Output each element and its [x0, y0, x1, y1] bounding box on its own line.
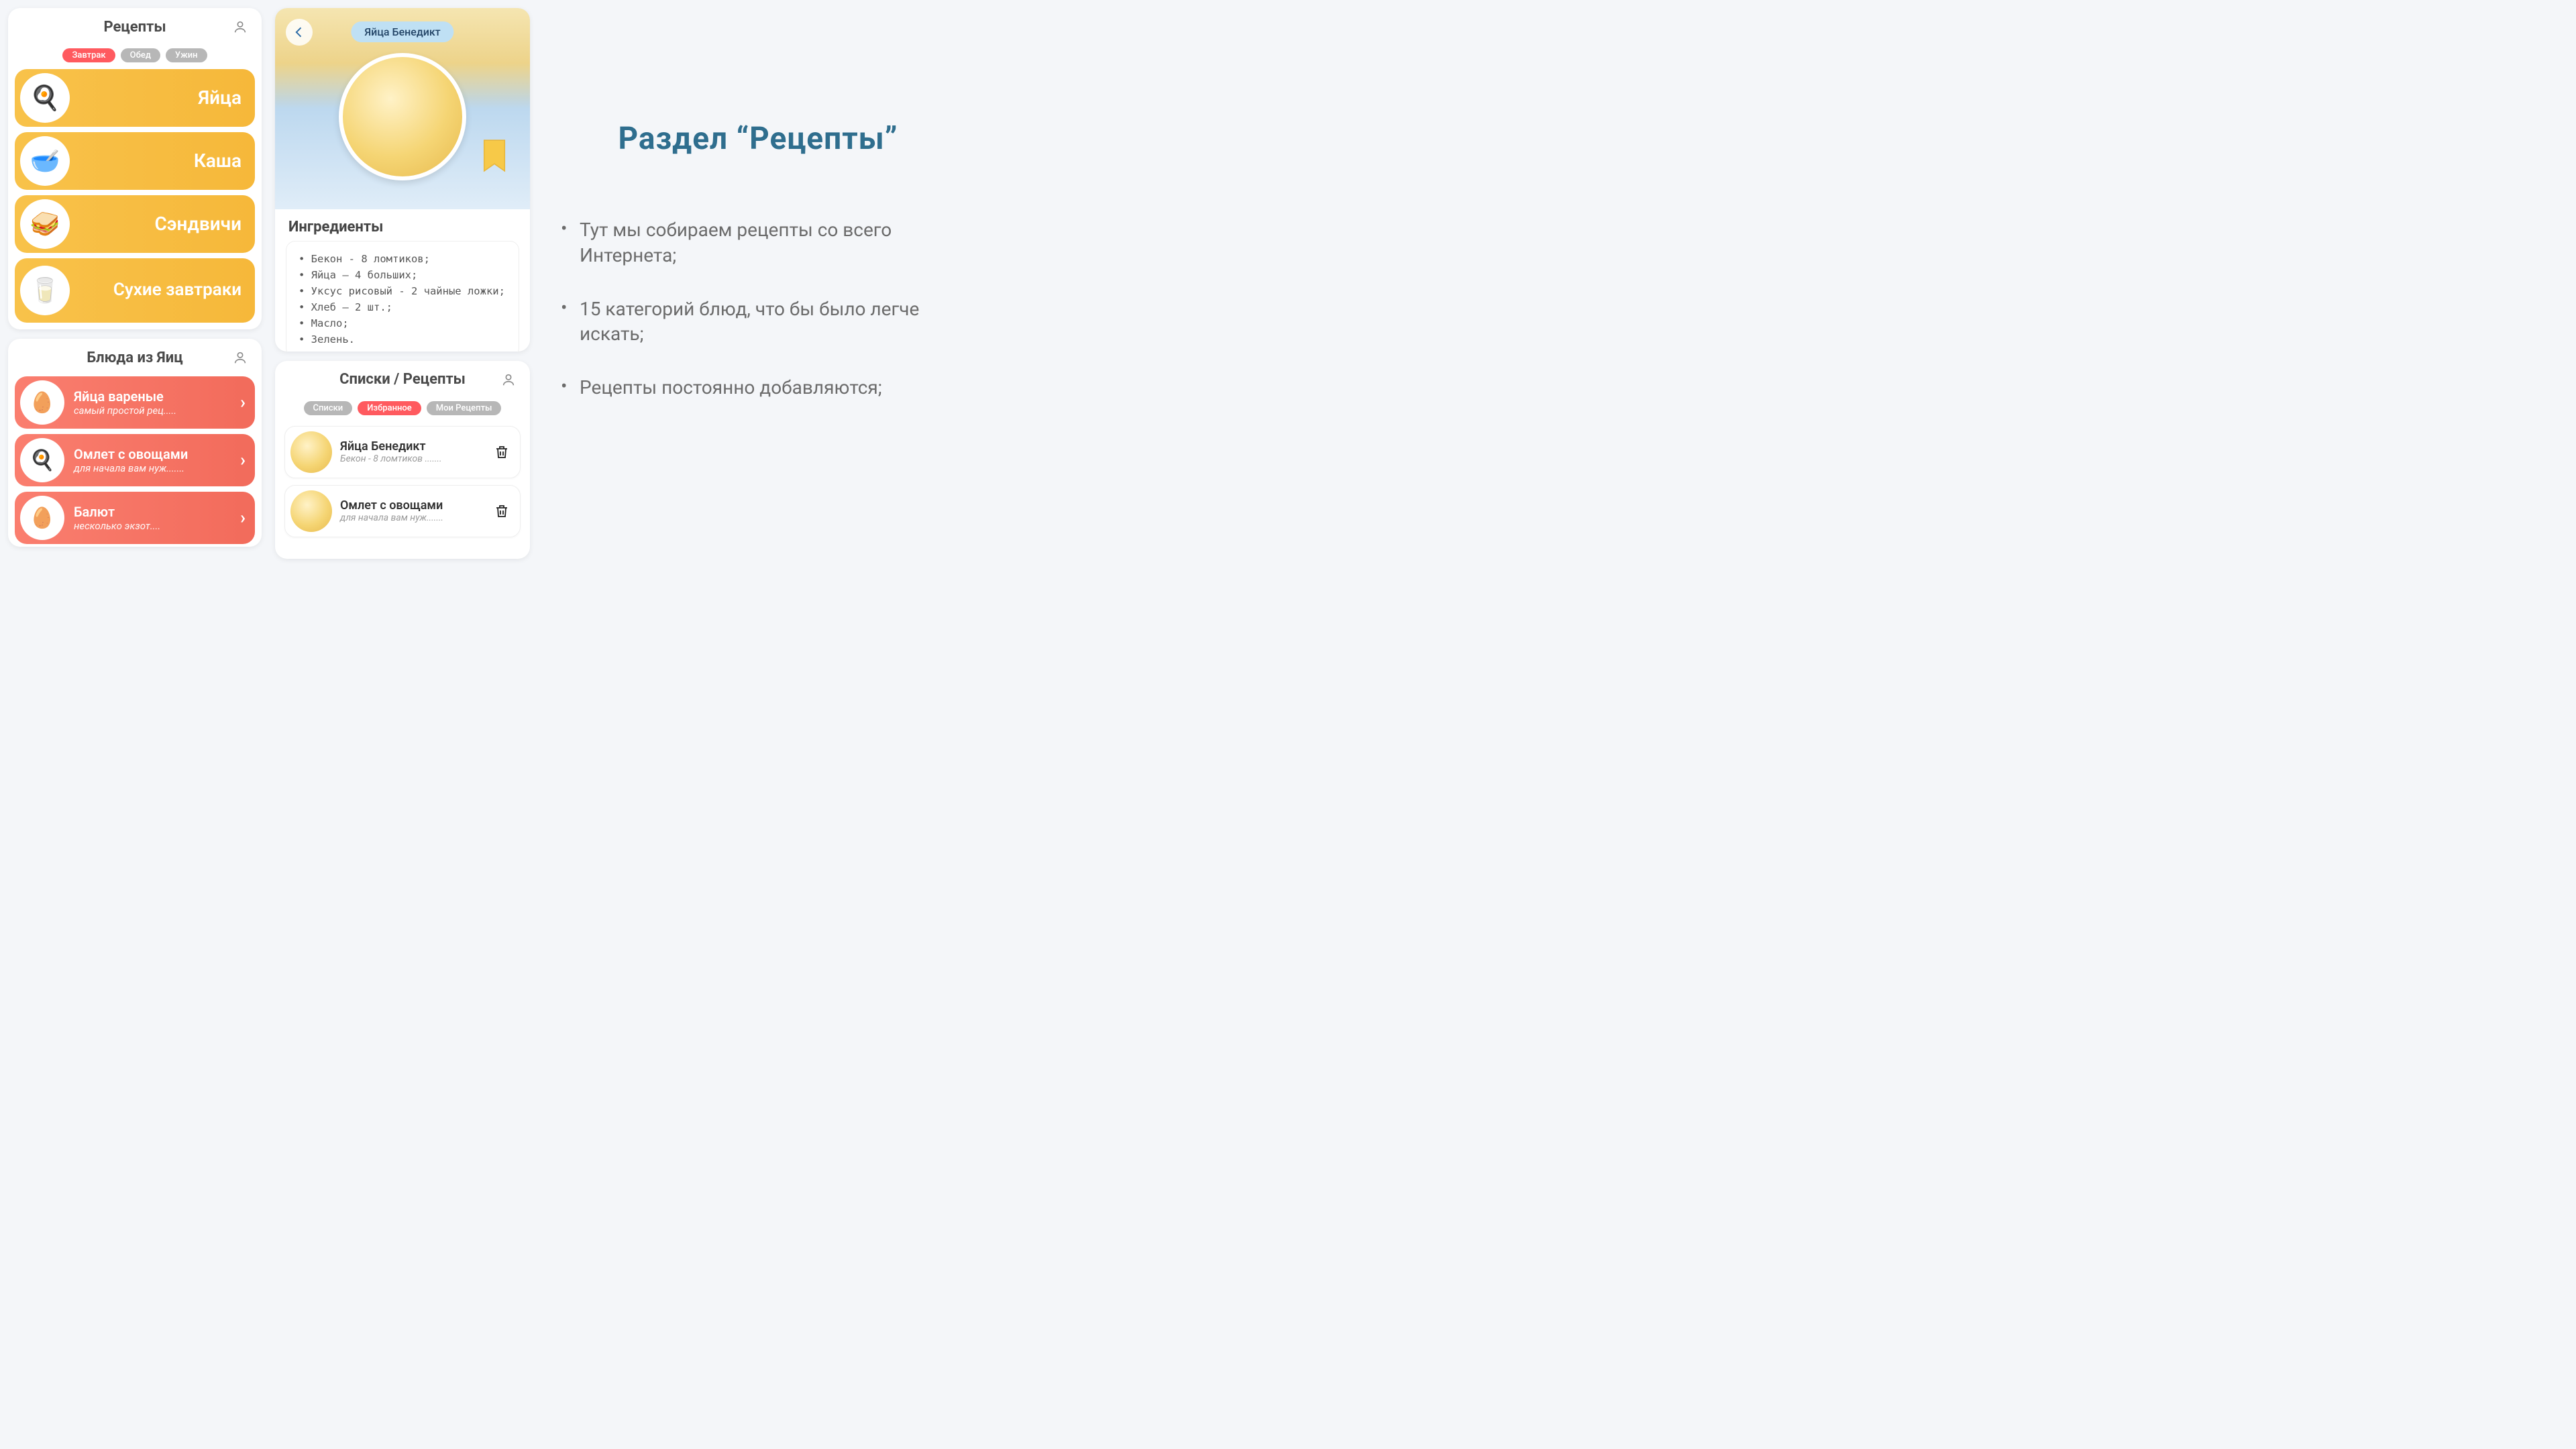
- recipes-header: Рецепты: [8, 8, 262, 46]
- category-cereals[interactable]: 🥛 Сухие завтраки: [15, 258, 255, 323]
- recipes-screen: Рецепты Завтрак Обед Ужин 🍳 Яйца 🥣 Каша …: [8, 8, 262, 329]
- recipe-hero-image: [339, 53, 466, 180]
- ingredient-line: • Масло;: [299, 315, 506, 331]
- ingredient-line: • Хлеб — 2 шт.;: [299, 299, 506, 315]
- egg-dishes-title: Блюда из Яиц: [87, 350, 182, 366]
- tab-lists[interactable]: Списки: [304, 401, 353, 415]
- favorite-row[interactable]: Омлет с овощами для начала вам нуж......…: [284, 485, 521, 537]
- ingredient-line: • Бекон - 8 ломтиков;: [299, 251, 506, 267]
- filter-lunch[interactable]: Обед: [121, 48, 160, 62]
- dish-thumb: 🥚: [20, 380, 64, 425]
- dish-text: Балют несколько экзот....: [64, 504, 240, 532]
- dish-title: Яйца вареные: [74, 388, 240, 405]
- recipe-detail-screen: Яйца Бенедикт Ингредиенты • Бекон - 8 ло…: [275, 8, 530, 352]
- category-porridge[interactable]: 🥣 Каша: [15, 132, 255, 190]
- filter-dinner[interactable]: Ужин: [166, 48, 207, 62]
- info-bullet: Рецепты постоянно добавляются;: [557, 375, 959, 400]
- dish-thumb: 🍳: [20, 438, 64, 482]
- meal-filter-row: Завтрак Обед Ужин: [8, 48, 262, 62]
- category-sandwiches[interactable]: 🥪 Сэндвичи: [15, 195, 255, 253]
- lists-tab-row: Списки Избранное Мои Рецепты: [275, 401, 530, 415]
- delete-button[interactable]: [492, 442, 512, 462]
- tab-my-recipes[interactable]: Мои Рецепты: [427, 401, 502, 415]
- info-bullet: Тут мы собираем рецепты со всего Интерне…: [557, 217, 959, 268]
- favorite-subtitle: для начала вам нуж.......: [340, 513, 492, 523]
- section-title: Раздел “Рецепты”: [557, 121, 959, 157]
- recipe-title-pill: Яйца Бенедикт: [351, 21, 453, 42]
- ingredients-box: • Бекон - 8 ломтиков; • Яйца — 4 больших…: [286, 241, 519, 352]
- dish-title: Омлет с овощами: [74, 446, 240, 462]
- dish-boiled-eggs[interactable]: 🥚 Яйца вареные самый простой рец..... ›: [15, 376, 255, 429]
- dish-text: Яйца вареные самый простой рец.....: [64, 388, 240, 417]
- favorite-subtitle: Бекон - 8 ломтиков .......: [340, 453, 492, 464]
- egg-dishes-screen: Блюда из Яиц 🥚 Яйца вареные самый просто…: [8, 339, 262, 547]
- favorite-title: Яйца Бенедикт: [340, 439, 492, 453]
- favorite-title: Омлет с овощами: [340, 498, 492, 513]
- profile-icon[interactable]: [231, 17, 250, 36]
- category-label: Сухие завтраки: [70, 281, 241, 299]
- category-label: Яйца: [70, 88, 241, 107]
- tab-favorites[interactable]: Избранное: [358, 401, 421, 415]
- chevron-right-icon: ›: [240, 508, 246, 528]
- category-label: Каша: [70, 151, 241, 170]
- recipe-hero: Яйца Бенедикт: [275, 8, 530, 209]
- lists-header: Списки / Рецепты: [275, 361, 530, 398]
- ingredient-line: • Зелень.: [299, 331, 506, 347]
- dish-omelette[interactable]: 🍳 Омлет с овощами для начала вам нуж....…: [15, 434, 255, 486]
- dish-balut[interactable]: 🥚 Балют несколько экзот.... ›: [15, 492, 255, 544]
- category-list: 🍳 Яйца 🥣 Каша 🥪 Сэндвичи 🥛 Сухие завтрак…: [8, 69, 262, 329]
- filter-breakfast[interactable]: Завтрак: [62, 48, 115, 62]
- favorite-text: Яйца Бенедикт Бекон - 8 ломтиков .......: [332, 439, 492, 464]
- lists-screen: Списки / Рецепты Списки Избранное Мои Ре…: [275, 361, 530, 559]
- dish-thumb: 🥚: [20, 496, 64, 540]
- favorite-text: Омлет с овощами для начала вам нуж......…: [332, 498, 492, 523]
- back-button[interactable]: [286, 19, 313, 46]
- ingredient-line: • Уксус рисовый - 2 чайные ложки;: [299, 283, 506, 299]
- favorite-thumb: [290, 431, 332, 473]
- dish-title: Балют: [74, 504, 240, 520]
- category-thumb: 🥛: [20, 266, 70, 315]
- delete-button[interactable]: [492, 501, 512, 521]
- category-label: Сэндвичи: [70, 214, 241, 233]
- dish-subtitle: несколько экзот....: [74, 520, 240, 532]
- info-bullets: Тут мы собираем рецепты со всего Интерне…: [557, 217, 959, 400]
- chevron-right-icon: ›: [240, 392, 246, 413]
- dish-list: 🥚 Яйца вареные самый простой рец..... › …: [8, 376, 262, 544]
- category-eggs[interactable]: 🍳 Яйца: [15, 69, 255, 127]
- info-bullet: 15 категорий блюд, что бы было легче иск…: [557, 297, 959, 347]
- category-thumb: 🥣: [20, 136, 70, 186]
- recipes-title: Рецепты: [103, 19, 166, 36]
- dish-subtitle: для начала вам нуж.......: [74, 462, 240, 474]
- ingredient-line: • Яйца — 4 больших;: [299, 267, 506, 283]
- category-thumb: 🍳: [20, 73, 70, 123]
- chevron-right-icon: ›: [240, 450, 246, 470]
- dish-subtitle: самый простой рец.....: [74, 405, 240, 417]
- favorite-row[interactable]: Яйца Бенедикт Бекон - 8 ломтиков .......: [284, 426, 521, 478]
- favorites-list: Яйца Бенедикт Бекон - 8 ломтиков .......…: [275, 422, 530, 537]
- category-thumb: 🥪: [20, 199, 70, 249]
- favorite-thumb: [290, 490, 332, 532]
- profile-icon[interactable]: [499, 370, 518, 389]
- ingredients-heading: Ингредиенты: [275, 209, 530, 241]
- dish-text: Омлет с овощами для начала вам нуж......…: [64, 446, 240, 474]
- info-panel: Раздел “Рецепты” Тут мы собираем рецепты…: [537, 0, 993, 559]
- profile-icon[interactable]: [231, 348, 250, 367]
- lists-title: Списки / Рецепты: [339, 371, 466, 388]
- bookmark-icon[interactable]: [482, 138, 507, 173]
- egg-dishes-header: Блюда из Яиц: [8, 339, 262, 376]
